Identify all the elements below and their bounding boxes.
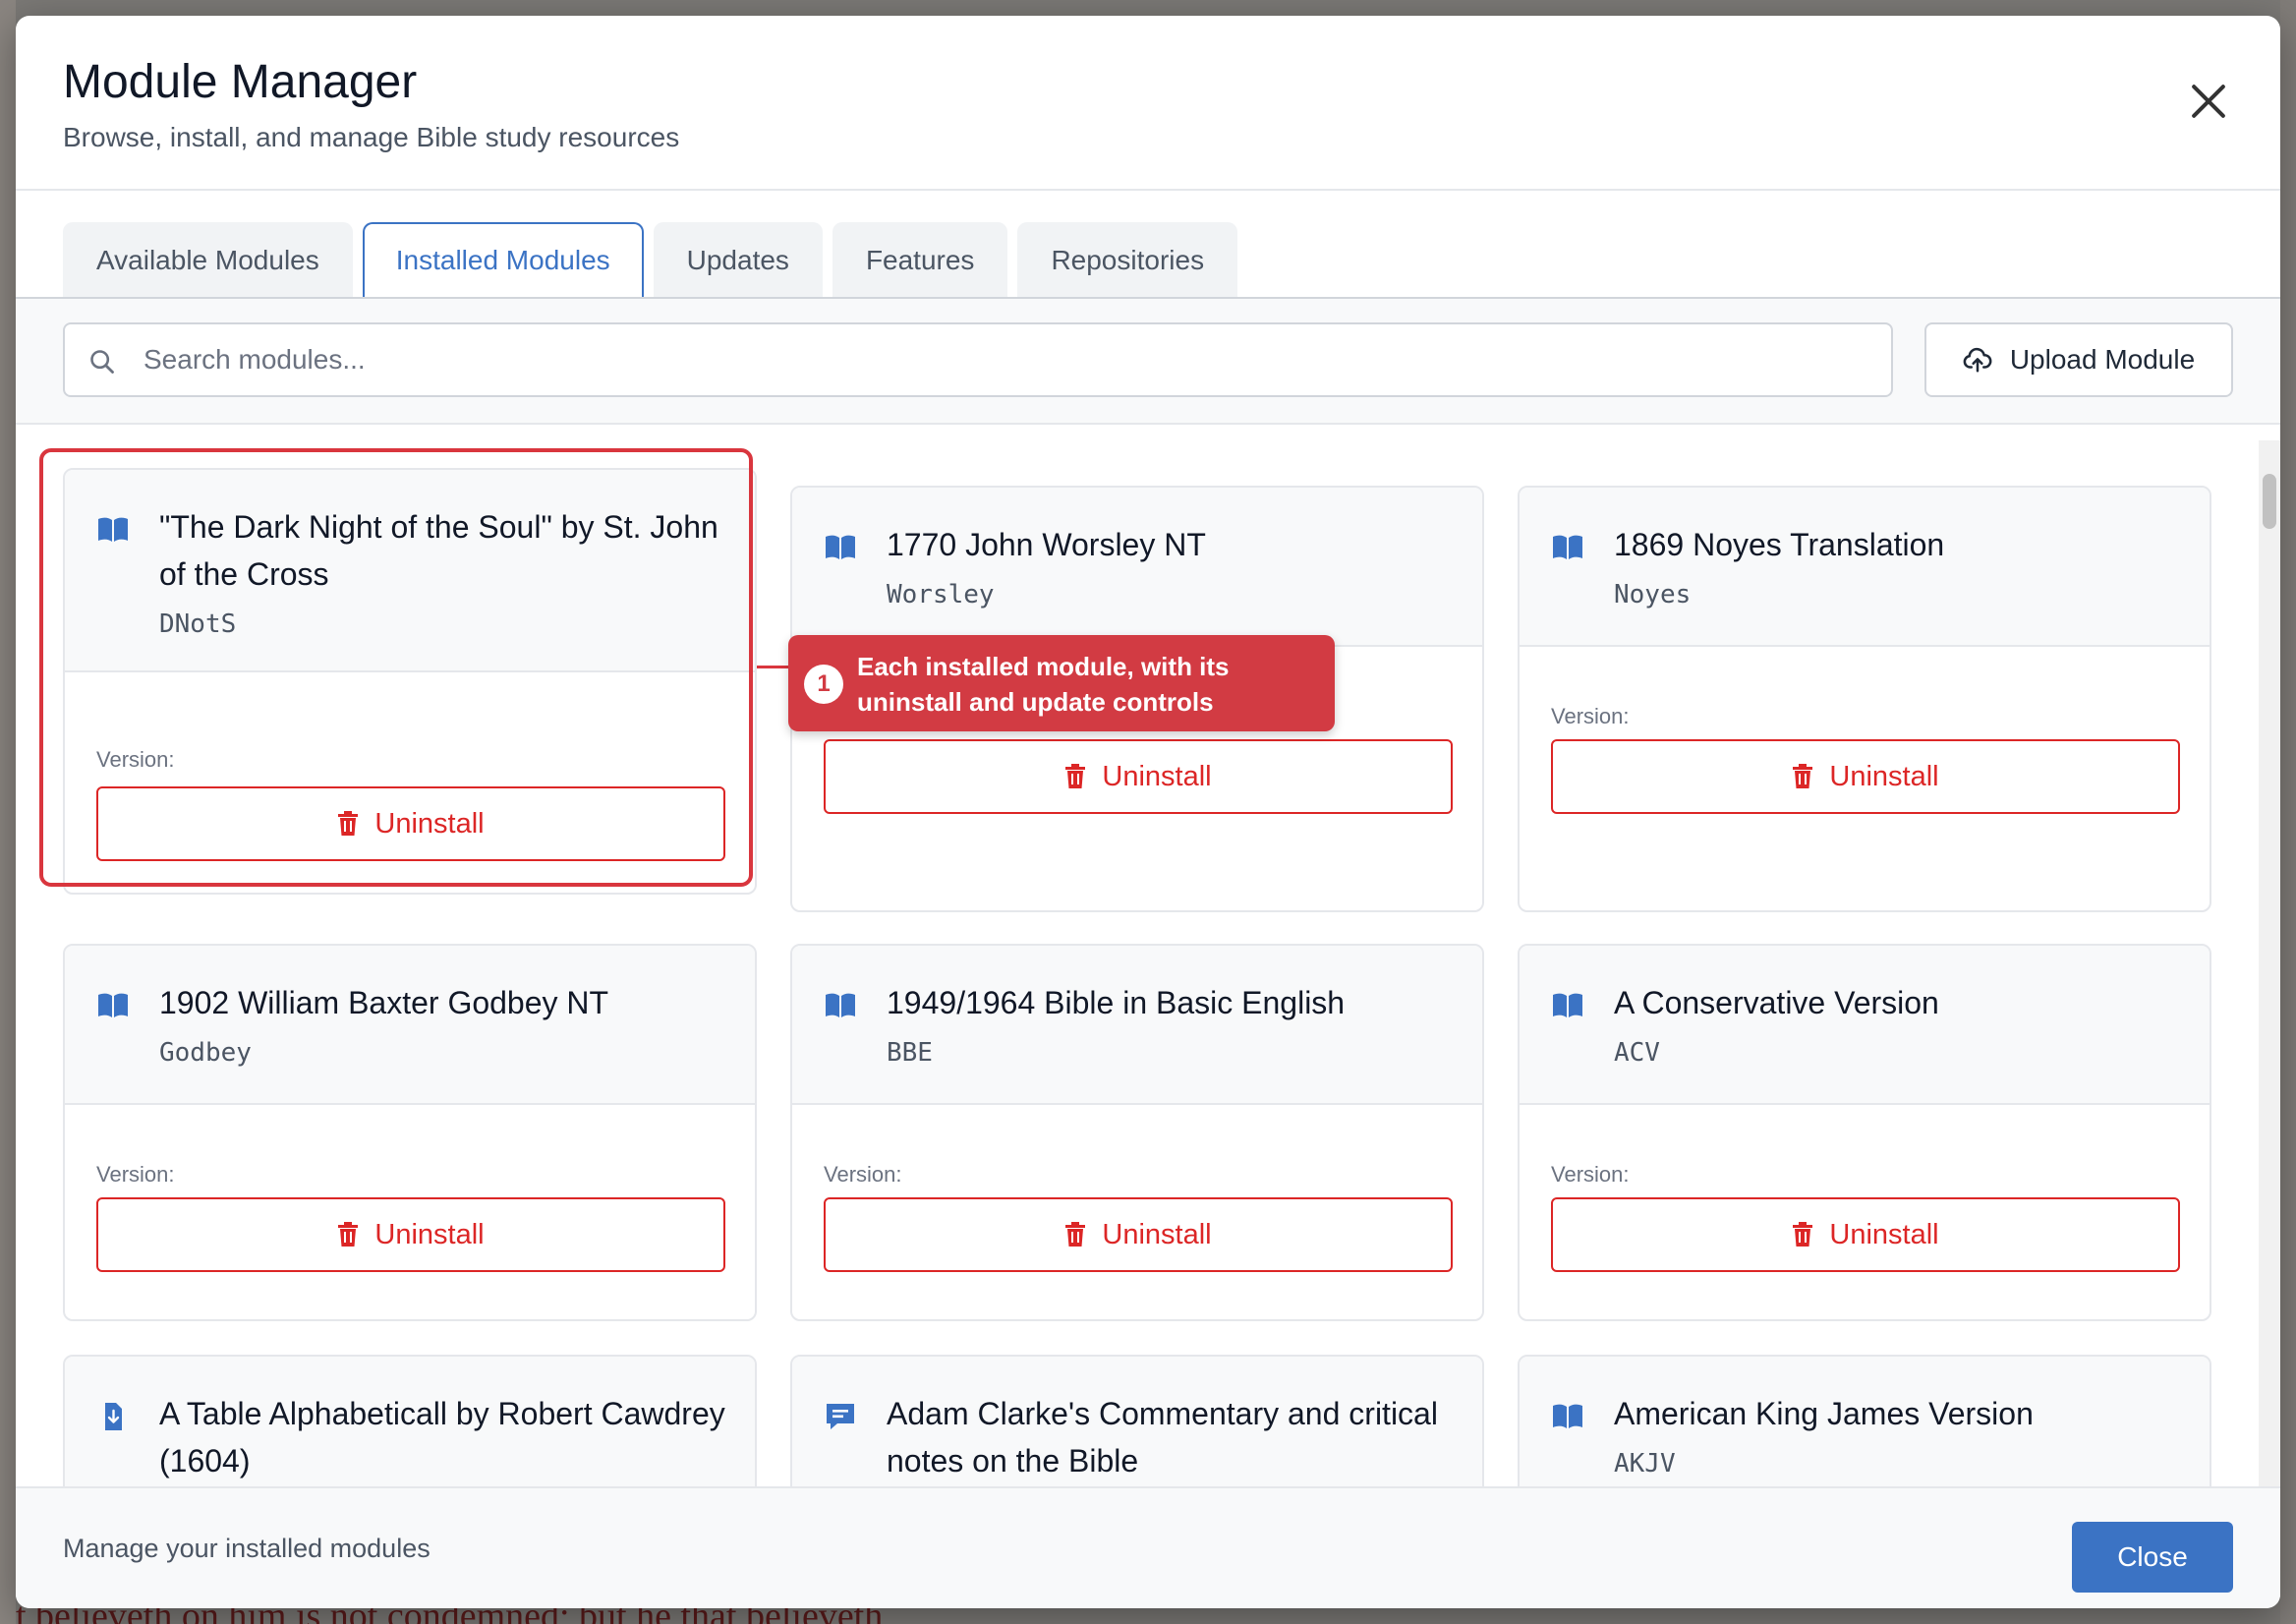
uninstall-button[interactable]: Uninstall: [824, 739, 1453, 814]
module-card: 1869 Noyes Translation Noyes Version: Un…: [1518, 486, 2211, 912]
uninstall-label: Uninstall: [1102, 1218, 1212, 1250]
close-button[interactable]: Close: [2072, 1522, 2233, 1593]
dialog-footer: Manage your installed modules Close: [16, 1486, 2280, 1608]
background-right-edge: [2280, 0, 2296, 1624]
callout-number: 1: [804, 665, 843, 704]
version-label: Version:: [824, 1162, 902, 1187]
trash-icon: [1793, 1222, 1813, 1247]
dialog-title: Module Manager: [63, 56, 418, 108]
tab-bar: Available Modules Installed Modules Upda…: [63, 222, 1238, 299]
module-card-header: A Table Alphabeticall by Robert Cawdrey …: [65, 1357, 755, 1486]
module-card-header: "The Dark Night of the Soul" by St. John…: [65, 470, 755, 672]
module-title: A Table Alphabeticall by Robert Cawdrey …: [159, 1396, 725, 1479]
module-card-header: A Conservative Version ACV: [1520, 946, 2210, 1105]
book-open-icon: [826, 993, 855, 1017]
search-box: [63, 322, 1893, 397]
module-card: "The Dark Night of the Soul" by St. John…: [63, 468, 757, 895]
module-code: ACV: [1614, 1038, 1660, 1068]
close-icon[interactable]: [2182, 75, 2235, 128]
book-open-icon: [1553, 535, 1582, 559]
tab-installed-modules[interactable]: Installed Modules: [362, 222, 644, 299]
module-title: 1770 John Worsley NT: [887, 527, 1206, 562]
uninstall-button[interactable]: Uninstall: [1551, 1197, 2180, 1272]
module-card: 1902 William Baxter Godbey NT Godbey Ver…: [63, 944, 757, 1321]
footer-status-text: Manage your installed modules: [63, 1534, 430, 1563]
module-card-header: 1770 John Worsley NT Worsley: [792, 488, 1482, 647]
dialog-header: Module Manager Browse, install, and mana…: [16, 16, 2280, 191]
cloud-upload-icon: [1963, 347, 1992, 373]
uninstall-button[interactable]: Uninstall: [96, 786, 725, 861]
module-card-header: 1949/1964 Bible in Basic English BBE: [792, 946, 1482, 1105]
book-open-icon: [98, 517, 128, 542]
module-code: Worsley: [887, 580, 995, 609]
book-open-icon: [98, 993, 128, 1017]
module-title: 1902 William Baxter Godbey NT: [159, 985, 609, 1020]
module-card-header: 1902 William Baxter Godbey NT Godbey: [65, 946, 755, 1105]
trash-icon: [338, 811, 359, 836]
module-manager-dialog: Module Manager Browse, install, and mana…: [16, 16, 2280, 1608]
version-label: Version:: [96, 1162, 175, 1187]
uninstall-label: Uninstall: [1829, 1218, 1939, 1250]
uninstall-label: Uninstall: [374, 807, 485, 840]
module-title: A Conservative Version: [1614, 985, 1939, 1020]
dialog-subtitle: Browse, install, and manage Bible study …: [63, 122, 680, 152]
upload-module-label: Upload Module: [2009, 344, 2196, 375]
tab-repositories[interactable]: Repositories: [1017, 222, 1238, 297]
download-file-icon: [105, 1403, 122, 1430]
module-card: 1949/1964 Bible in Basic English BBE Ver…: [790, 944, 1484, 1321]
uninstall-button[interactable]: Uninstall: [1551, 739, 2180, 814]
module-title: 1949/1964 Bible in Basic English: [887, 985, 1346, 1020]
tab-available-modules[interactable]: Available Modules: [63, 222, 353, 297]
module-code: Noyes: [1614, 580, 1692, 609]
uninstall-button[interactable]: Uninstall: [824, 1197, 1453, 1272]
module-code: Godbey: [159, 1038, 252, 1068]
module-title: 1869 Noyes Translation: [1614, 527, 1945, 562]
callout-text: Each installed module, with its uninstal…: [857, 652, 1230, 717]
background-left-edge: [0, 0, 16, 1624]
uninstall-label: Uninstall: [374, 1218, 485, 1250]
module-card-header: 1869 Noyes Translation Noyes: [1520, 488, 2210, 647]
module-code: DNotS: [159, 609, 237, 639]
book-open-icon: [826, 535, 855, 559]
toolbar: Upload Module: [16, 299, 2280, 425]
upload-module-button[interactable]: Upload Module: [1924, 322, 2233, 397]
module-title: "The Dark Night of the Soul" by St. John…: [159, 509, 718, 592]
tab-updates[interactable]: Updates: [653, 222, 823, 297]
module-card: A Table Alphabeticall by Robert Cawdrey …: [63, 1355, 757, 1486]
module-code: AKJV: [1614, 1449, 1676, 1479]
module-title: Adam Clarke's Commentary and critical no…: [887, 1396, 1438, 1479]
scrollbar-thumb[interactable]: [2263, 474, 2276, 529]
tab-features[interactable]: Features: [832, 222, 1008, 297]
module-card: Adam Clarke's Commentary and critical no…: [790, 1355, 1484, 1486]
trash-icon: [1793, 764, 1813, 788]
trash-icon: [338, 1222, 359, 1247]
search-input[interactable]: [144, 324, 1873, 395]
module-card: A Conservative Version ACV Version: Unin…: [1518, 944, 2211, 1321]
module-grid: "The Dark Night of the Soul" by St. John…: [16, 425, 2280, 1486]
uninstall-label: Uninstall: [1829, 760, 1939, 792]
trash-icon: [1065, 764, 1086, 788]
comment-icon: [827, 1404, 854, 1429]
module-title: American King James Version: [1614, 1396, 2034, 1431]
book-open-icon: [1553, 1404, 1582, 1428]
version-label: Version:: [1551, 1162, 1630, 1187]
annotation-callout: 1 Each installed module, with its uninst…: [788, 635, 1335, 731]
callout-connector: [757, 666, 792, 668]
module-card-header: American King James Version AKJV: [1520, 1357, 2210, 1486]
module-card-header: Adam Clarke's Commentary and critical no…: [792, 1357, 1482, 1486]
module-card: American King James Version AKJV: [1518, 1355, 2211, 1486]
version-label: Version:: [1551, 704, 1630, 728]
version-label: Version:: [96, 747, 175, 772]
trash-icon: [1065, 1222, 1086, 1247]
search-icon: [90, 350, 114, 374]
content-scrollbar[interactable]: [2259, 440, 2280, 1486]
module-code: BBE: [887, 1038, 933, 1068]
book-open-icon: [1553, 993, 1582, 1017]
uninstall-button[interactable]: Uninstall: [96, 1197, 725, 1272]
uninstall-label: Uninstall: [1102, 760, 1212, 792]
